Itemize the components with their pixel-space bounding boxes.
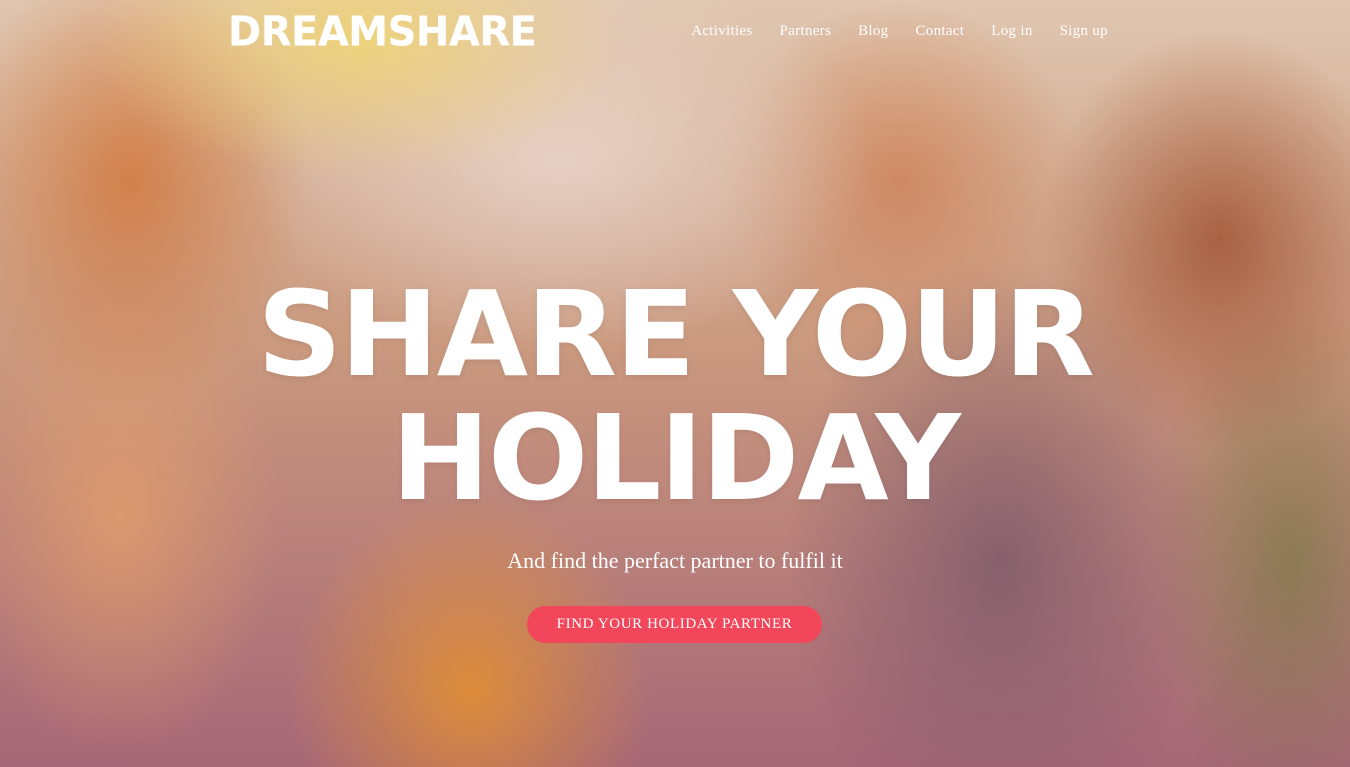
hero-headline-line2: HOLIDAY [391, 389, 961, 527]
nav-menu: Activities Partners Blog Contact Log in … [664, 21, 1108, 41]
hero-headline: SHARE YOUR HOLIDAY [0, 272, 1350, 520]
brand-logo[interactable]: DREAMSHARE [228, 9, 537, 56]
nav-link-activities[interactable]: Activities [691, 21, 752, 41]
nav-link-login[interactable]: Log in [991, 21, 1032, 41]
nav-link-blog[interactable]: Blog [858, 21, 888, 41]
nav-link-signup[interactable]: Sign up [1060, 21, 1108, 41]
find-holiday-partner-button[interactable]: FIND YOUR HOLIDAY PARTNER [527, 606, 822, 643]
hero-section: DREAMSHARE Activities Partners Blog Cont… [0, 0, 1350, 767]
nav-link-contact[interactable]: Contact [915, 21, 964, 41]
top-navbar: DREAMSHARE Activities Partners Blog Cont… [0, 0, 1350, 64]
hero-subtitle: And find the perfact partner to fulfil i… [507, 548, 843, 573]
hero-headline-line1: SHARE YOUR [257, 265, 1095, 403]
nav-link-partners[interactable]: Partners [780, 21, 832, 41]
